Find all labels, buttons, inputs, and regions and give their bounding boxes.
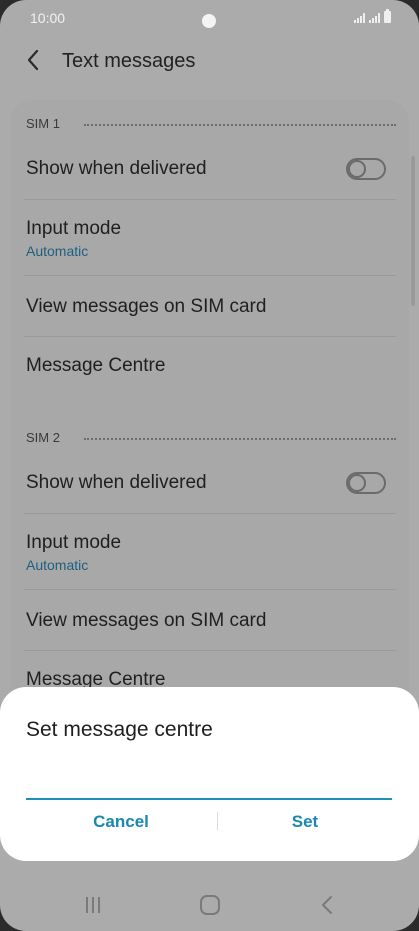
setting-label: Show when delivered [26, 158, 207, 179]
back-icon[interactable] [312, 892, 342, 918]
setting-view-sim-messages-sim2[interactable]: View messages on SIM card [26, 610, 396, 632]
home-icon[interactable] [195, 892, 225, 918]
section-label: SIM 1 [26, 116, 60, 131]
setting-label: View messages on SIM card [26, 610, 267, 631]
settings-card: SIM 1 Show when delivered Input mode Aut… [10, 100, 415, 720]
set-button[interactable]: Set [246, 809, 364, 835]
section-header-sim2: SIM 2 [26, 430, 396, 450]
navigation-bar [0, 878, 419, 931]
phone-screen: 10:00 Text messages SIM 1 Show when deli… [0, 0, 419, 931]
status-time: 10:00 [30, 10, 66, 26]
message-centre-input[interactable] [26, 758, 392, 800]
button-separator [217, 812, 218, 830]
toggle-switch[interactable] [346, 472, 386, 494]
signal-sim2-icon [369, 13, 380, 23]
status-bar: 10:00 [0, 0, 419, 38]
chevron-left-icon[interactable] [22, 48, 46, 72]
toggle-knob [348, 160, 366, 178]
camera-cutout [202, 14, 216, 28]
setting-value: Automatic [26, 243, 89, 259]
setting-label: Input mode [26, 218, 122, 239]
setting-show-delivered-sim1[interactable]: Show when delivered [26, 158, 396, 198]
setting-label: Message Centre [26, 355, 166, 376]
divider [24, 513, 396, 514]
toggle-switch[interactable] [346, 158, 386, 180]
cancel-button[interactable]: Cancel [62, 809, 180, 835]
section-label: SIM 2 [26, 430, 60, 445]
setting-value: Automatic [26, 557, 89, 573]
section-divider [84, 438, 396, 440]
setting-message-centre-sim1[interactable]: Message Centre [26, 355, 396, 377]
status-icons [354, 9, 391, 23]
app-header: Text messages [0, 40, 419, 84]
divider [24, 199, 396, 200]
setting-label: View messages on SIM card [26, 296, 267, 317]
divider [24, 275, 396, 276]
setting-label: Input mode [26, 532, 122, 553]
battery-icon [384, 9, 391, 23]
toggle-knob [348, 474, 366, 492]
divider [24, 650, 396, 651]
dialog-title: Set message centre [26, 718, 213, 741]
recents-icon[interactable] [78, 892, 108, 918]
page-title: Text messages [62, 50, 196, 72]
section-divider [84, 124, 396, 126]
divider [24, 336, 396, 337]
scrollbar[interactable] [411, 156, 415, 306]
divider [24, 589, 396, 590]
setting-input-mode-sim2[interactable]: Input mode Automatic [26, 532, 396, 573]
signal-sim1-icon [354, 13, 365, 23]
setting-show-delivered-sim2[interactable]: Show when delivered [26, 472, 396, 512]
setting-input-mode-sim1[interactable]: Input mode Automatic [26, 218, 396, 259]
setting-view-sim-messages-sim1[interactable]: View messages on SIM card [26, 296, 396, 318]
section-header-sim1: SIM 1 [26, 116, 396, 136]
setting-label: Show when delivered [26, 472, 207, 493]
